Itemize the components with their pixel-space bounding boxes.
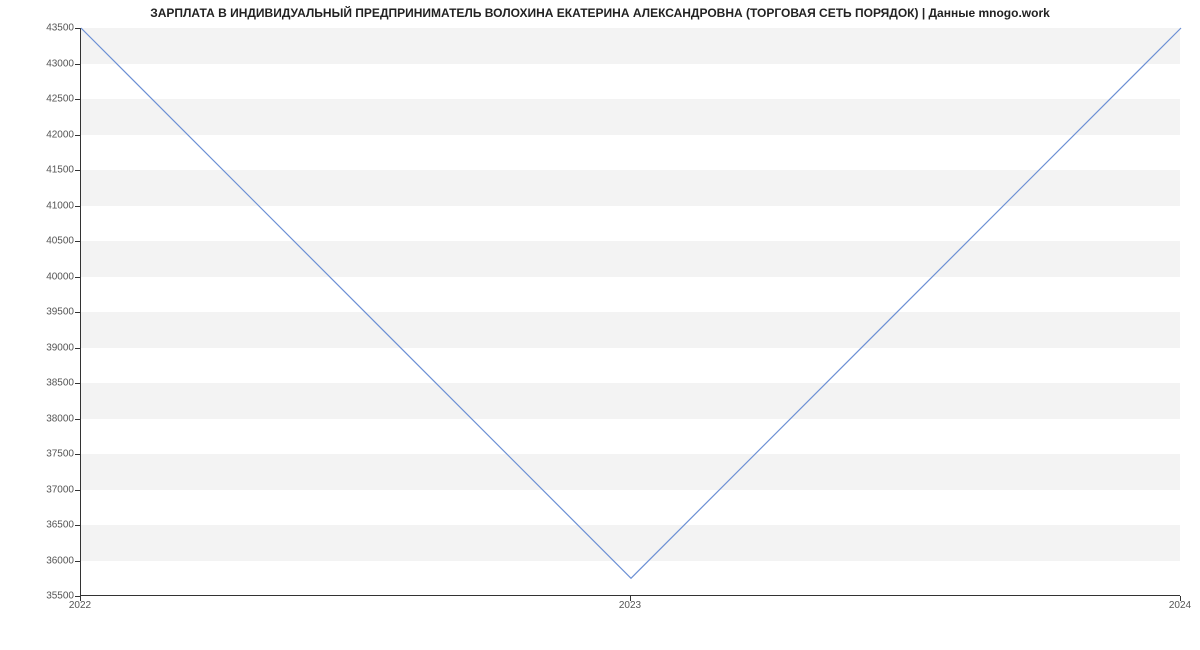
y-tick-label: 43500 — [14, 23, 74, 34]
data-line — [81, 28, 1180, 595]
y-tick-label: 37500 — [14, 449, 74, 460]
y-tick-label: 35500 — [14, 591, 74, 602]
x-tick-label: 2024 — [1169, 600, 1191, 611]
y-tick-label: 38000 — [14, 413, 74, 424]
x-tick-label: 2022 — [69, 600, 91, 611]
y-tick-label: 40000 — [14, 271, 74, 282]
y-tick-label: 37000 — [14, 484, 74, 495]
y-tick-label: 36000 — [14, 555, 74, 566]
y-tick-label: 40500 — [14, 236, 74, 247]
y-tick-label: 41500 — [14, 165, 74, 176]
y-tick-label: 43000 — [14, 58, 74, 69]
y-tick-label: 36500 — [14, 520, 74, 531]
salary-line-chart: ЗАРПЛАТА В ИНДИВИДУАЛЬНЫЙ ПРЕДПРИНИМАТЕЛ… — [0, 0, 1200, 650]
y-tick-label: 39500 — [14, 307, 74, 318]
plot-area — [80, 28, 1180, 596]
x-tick-label: 2023 — [619, 600, 641, 611]
chart-title: ЗАРПЛАТА В ИНДИВИДУАЛЬНЫЙ ПРЕДПРИНИМАТЕЛ… — [0, 6, 1200, 20]
y-tick-label: 42000 — [14, 129, 74, 140]
y-tick-label: 42500 — [14, 94, 74, 105]
y-tick-label: 39000 — [14, 342, 74, 353]
y-tick-label: 41000 — [14, 200, 74, 211]
y-tick-label: 38500 — [14, 378, 74, 389]
